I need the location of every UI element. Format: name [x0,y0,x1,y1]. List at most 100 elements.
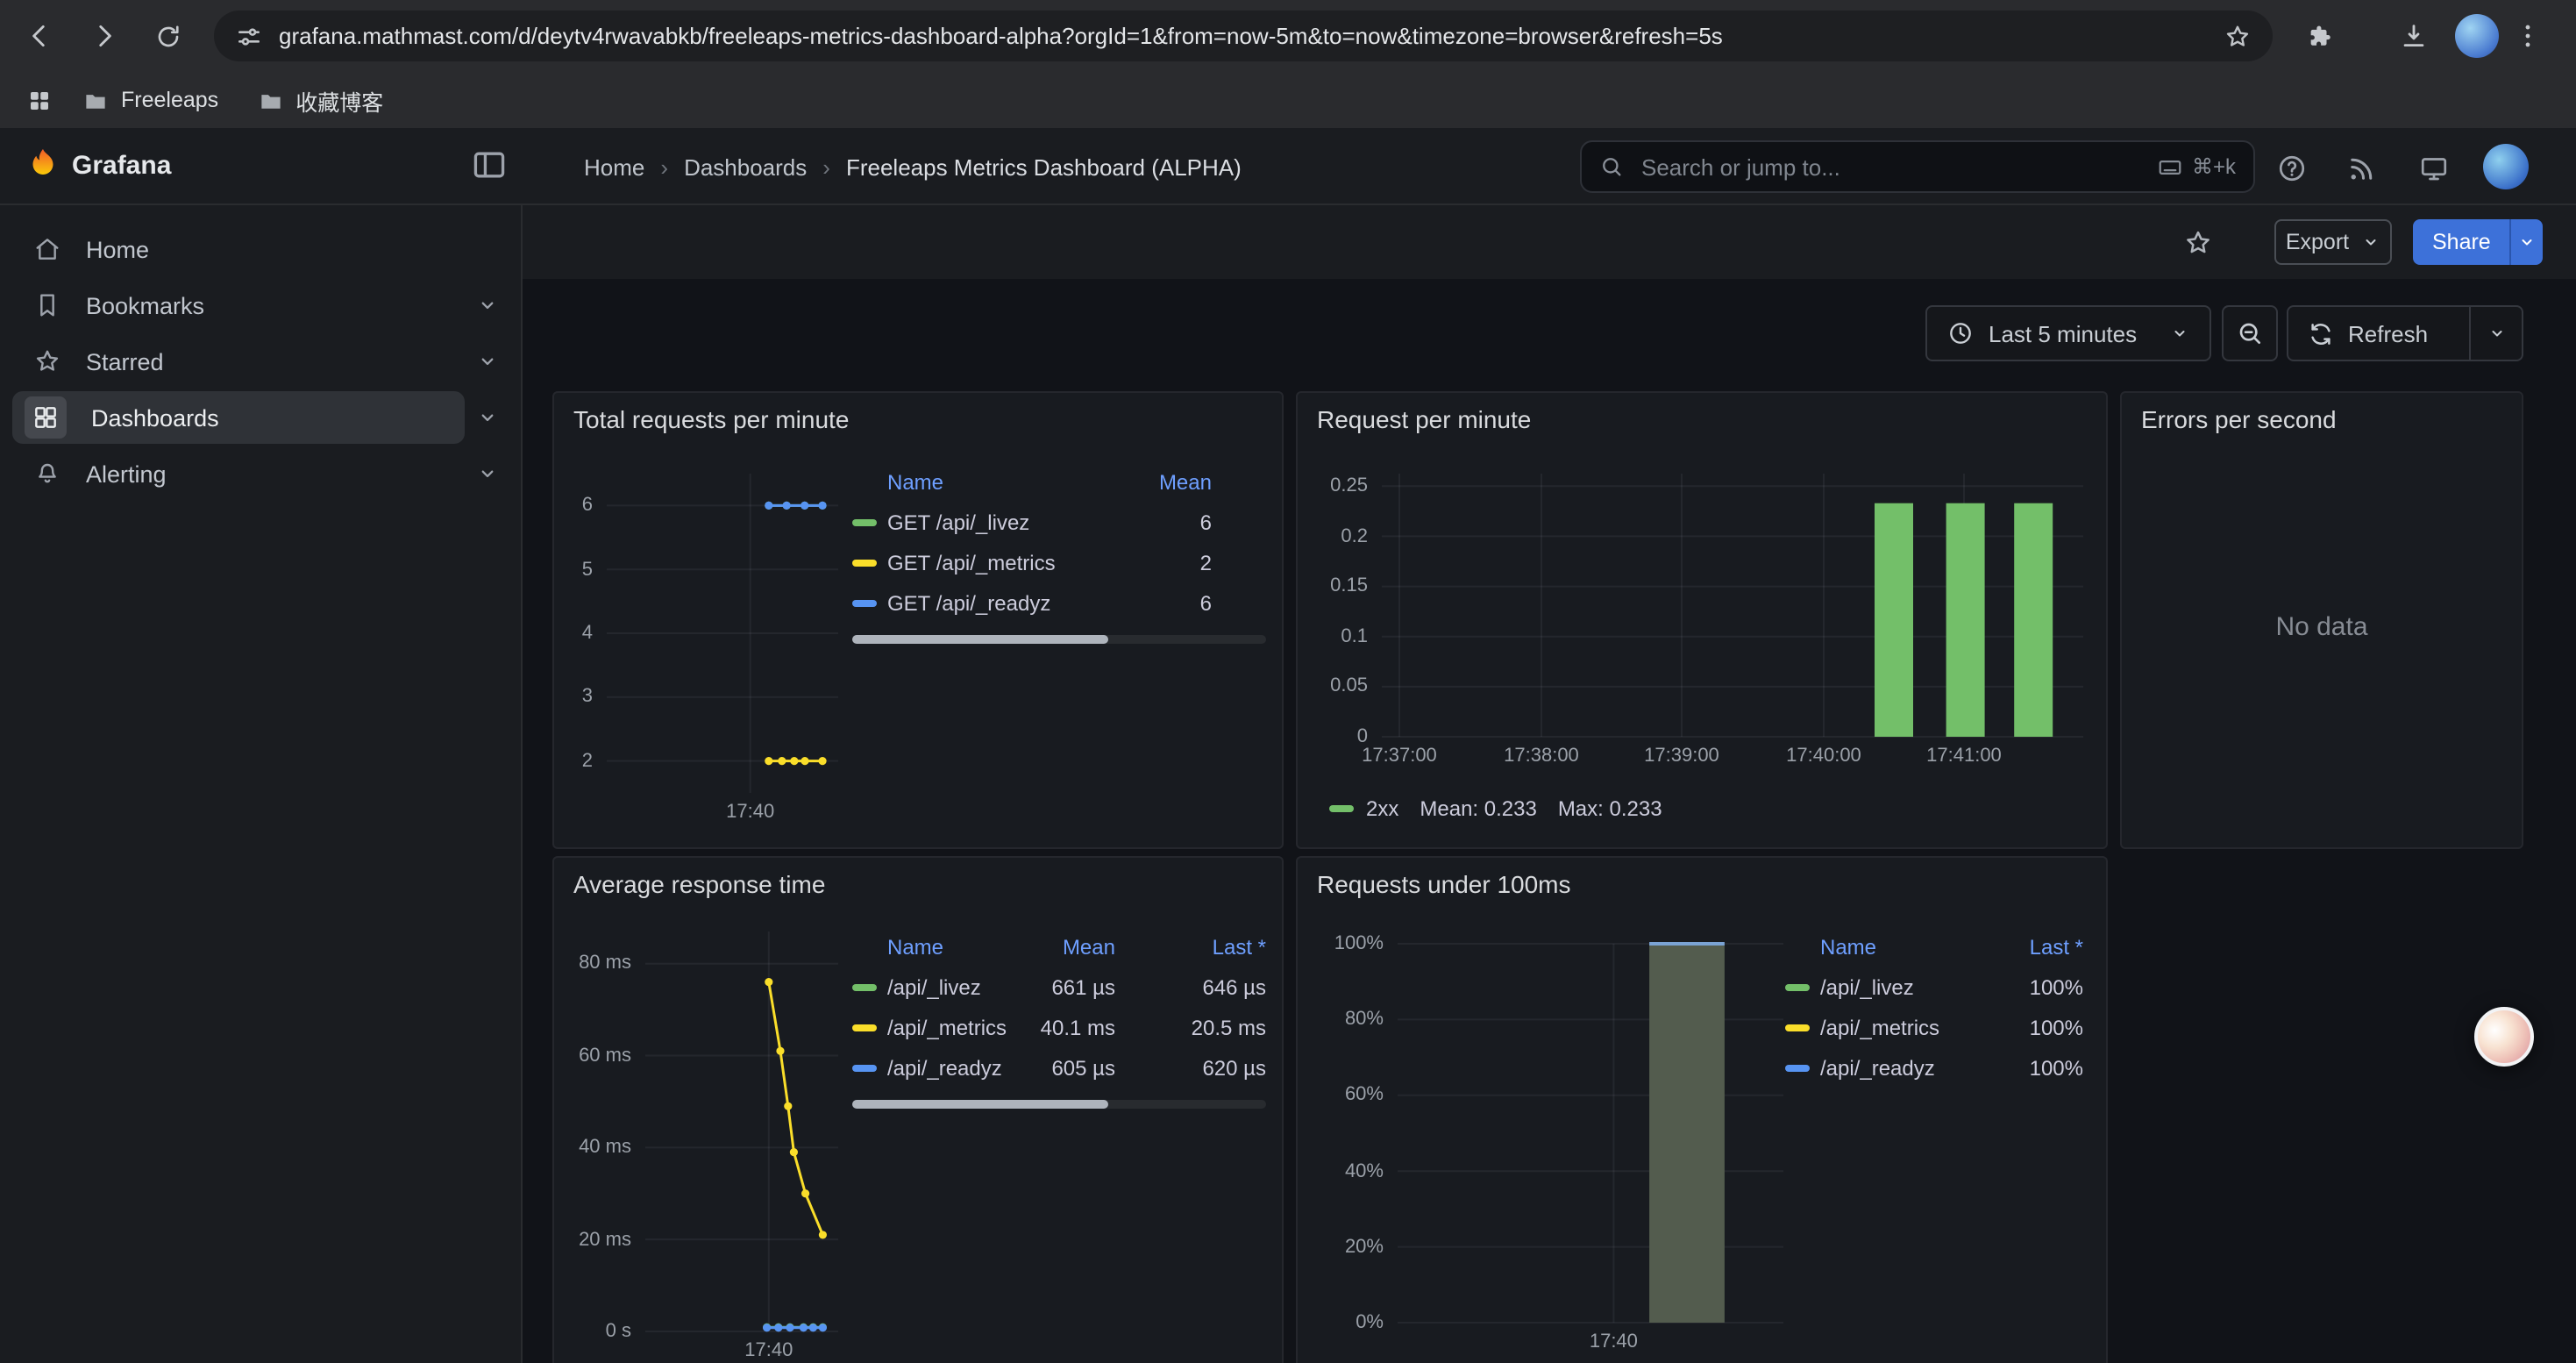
side-panel-icon[interactable] [18,79,60,121]
sidebar-item-label: Alerting [86,460,167,487]
scrollbar[interactable] [852,1100,1266,1109]
legend-row[interactable]: GET /api/_livez 6 [852,502,1266,542]
legend-row[interactable]: GET /api/_metrics 2 [852,542,1266,582]
chart-canvas[interactable] [607,474,838,793]
series-mean: 605 µs [1008,1055,1115,1080]
timeseries-chart[interactable]: 2345617:40 [607,474,838,793]
assistant-avatar[interactable] [2474,1007,2534,1067]
browser-profile-avatar[interactable] [2455,14,2499,58]
reload-button[interactable] [146,14,189,58]
browser-menu-icon[interactable] [2506,14,2550,58]
column-last[interactable]: Last * [2006,935,2083,960]
column-mean[interactable]: Mean [1008,935,1115,960]
legend-row[interactable]: /api/_livez 661 µs 646 µs [852,967,1266,1007]
bookmark-folder-freeleaps[interactable]: Freeleaps [67,82,234,118]
legend-item[interactable]: 2xx [1329,796,1398,821]
export-button[interactable]: Export [2274,219,2392,265]
legend-row[interactable]: /api/_metrics 40.1 ms 20.5 ms [852,1007,1266,1047]
chevron-down-icon [2517,232,2538,253]
legend-row[interactable]: /api/_livez 100% [1785,967,2083,1007]
column-name[interactable]: Name [1820,935,2006,960]
folder-icon [257,87,283,113]
scrollbar-thumb[interactable] [852,1100,1109,1109]
favorite-star-icon[interactable] [2176,221,2218,263]
axis-tick-label: 17:38:00 [1471,746,1612,767]
scrollbar-thumb[interactable] [852,635,1109,644]
bookmark-folder-blogs[interactable]: 收藏博客 [241,78,399,122]
sidebar-item-home[interactable]: Home [12,223,465,275]
bookmark-star-icon[interactable] [2224,22,2252,50]
series-name: GET /api/_metrics [887,550,1080,574]
user-avatar[interactable] [2483,144,2529,189]
bar-chart[interactable]: 0%20%40%60%80%100%17:40 [1398,944,1783,1323]
panel-title[interactable]: Errors per second [2141,405,2337,433]
panel-title[interactable]: Total requests per minute [573,405,849,433]
chevron-down-icon[interactable] [466,284,509,326]
sidebar-item-alerting[interactable]: Alerting [12,447,465,500]
chart-canvas[interactable] [1398,944,1783,1323]
news-rss-icon[interactable] [2339,146,2385,191]
sidebar-item-bookmarks[interactable]: Bookmarks [12,279,465,332]
back-button[interactable] [18,14,61,58]
legend-row[interactable]: /api/_metrics 100% [1785,1007,2083,1047]
panel-title[interactable]: Requests under 100ms [1317,870,1571,898]
sidebar-item-label: Home [86,236,149,262]
chevron-down-icon[interactable] [466,340,509,382]
search-box[interactable]: ⌘+k [1580,140,2255,193]
time-range-picker[interactable]: Last 5 minutes [1925,305,2211,361]
legend-row[interactable]: /api/_readyz 605 µs 620 µs [852,1047,1266,1088]
sidebar-item-dashboards[interactable]: Dashboards [12,391,465,444]
bookmark-label: Freeleaps [121,88,218,112]
axis-tick-label: 60% [1282,1085,1384,1106]
scrollbar[interactable] [852,635,1266,644]
breadcrumb-home[interactable]: Home [584,153,644,180]
legend-table: Name Mean GET /api/_livez 6 GET /api/_me… [852,463,1266,644]
axis-tick-label: 2 [523,751,593,772]
chart-canvas[interactable] [645,931,838,1331]
chart-canvas[interactable] [1382,474,2083,737]
panel-request-per-minute: Request per minute 00.050.10.150.20.2517… [1296,391,2108,849]
panel-title[interactable]: Request per minute [1317,405,1531,433]
zoom-out-button[interactable] [2222,305,2278,361]
series-last: 100% [2006,1015,2083,1039]
series-swatch [1329,805,1354,812]
panel-title[interactable]: Average response time [573,870,825,898]
site-settings-icon[interactable] [235,22,263,50]
series-name: /api/_livez [887,974,1008,999]
legend-row[interactable]: GET /api/_readyz 6 [852,582,1266,623]
sidebar-item-label: Starred [86,348,164,375]
share-dropdown[interactable] [2510,219,2544,265]
column-name[interactable]: Name [887,470,1080,495]
downloads-icon[interactable] [2392,14,2436,58]
breadcrumb-separator: › [660,153,668,180]
refresh-label: Refresh [2348,320,2428,346]
series-value: 6 [1080,590,1212,615]
forward-button[interactable] [82,14,126,58]
timeseries-chart[interactable]: 0 s20 ms40 ms60 ms80 ms17:40 [645,931,838,1331]
series-last: 20.5 ms [1136,1015,1266,1039]
column-last[interactable]: Last * [1136,935,1266,960]
share-button[interactable]: Share [2413,219,2510,265]
breadcrumb-dashboards[interactable]: Dashboards [684,153,807,180]
extensions-icon[interactable] [2299,14,2343,58]
help-icon[interactable] [2269,146,2315,191]
sidebar-item-starred[interactable]: Starred [12,335,465,388]
chevron-down-icon[interactable] [466,396,509,439]
star-icon [33,347,61,375]
refresh-button[interactable]: Refresh [2288,307,2469,360]
series-name: GET /api/_livez [887,510,1080,534]
grafana-logo[interactable] [23,146,63,186]
bar-chart[interactable]: 00.050.10.150.20.2517:37:0017:38:0017:39… [1382,474,2083,737]
search-input[interactable] [1638,152,2143,182]
chevron-down-icon[interactable] [466,453,509,495]
refresh-interval-dropdown[interactable] [2469,307,2522,360]
column-name[interactable]: Name [887,935,1008,960]
url-text[interactable]: grafana.mathmast.com/d/deytv4rwavabkb/fr… [279,23,2208,49]
address-bar[interactable]: grafana.mathmast.com/d/deytv4rwavabkb/fr… [214,11,2273,61]
kiosk-monitor-icon[interactable] [2411,146,2457,191]
column-mean[interactable]: Mean [1080,470,1212,495]
series-name: 2xx [1366,796,1398,821]
brand-title: Grafana [72,151,171,181]
legend-row[interactable]: /api/_readyz 100% [1785,1047,2083,1088]
dock-menu-icon[interactable] [470,146,509,184]
